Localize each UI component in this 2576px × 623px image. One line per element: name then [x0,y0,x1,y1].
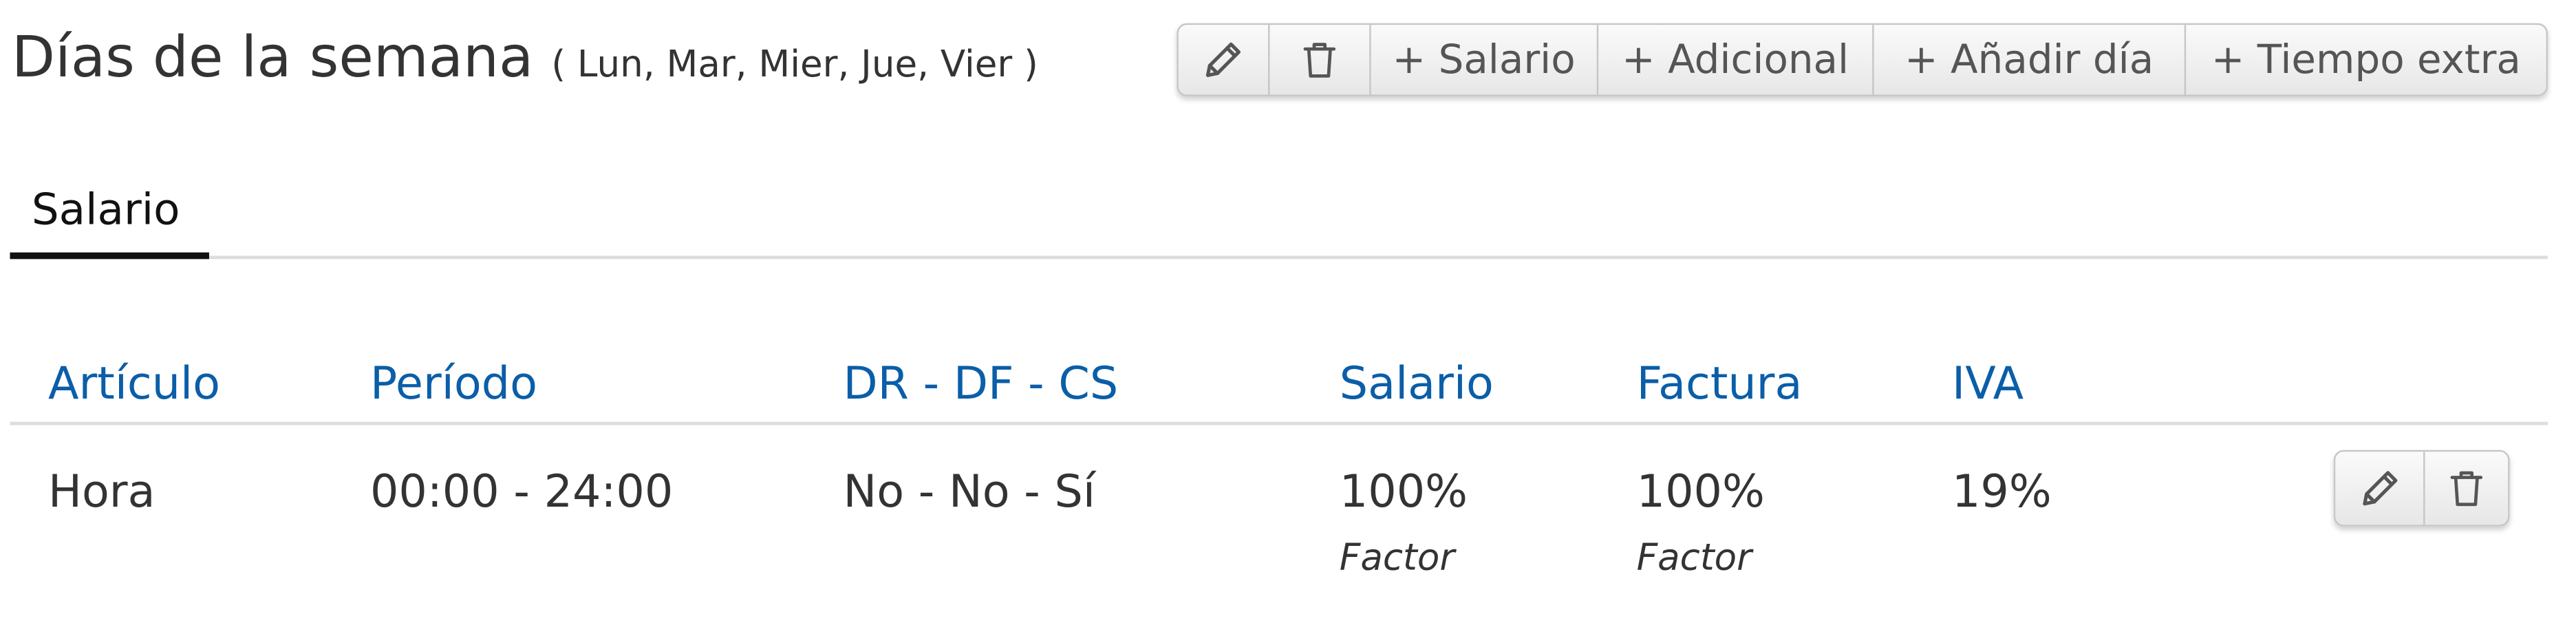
add-additional-button[interactable]: + Adicional [1598,25,1874,95]
trash-icon [2445,465,2488,511]
row-delete-button[interactable] [2425,452,2509,525]
add-overtime-button[interactable]: + Tiempo extra [2186,25,2546,94]
pencil-icon [1200,36,1247,83]
edit-button[interactable] [1179,25,1270,95]
column-header-articulo: Artículo [47,359,220,410]
tab-salario[interactable]: Salario [32,186,180,235]
cell-articulo: Hora [47,466,155,518]
add-salary-button[interactable]: + Salario [1371,25,1599,95]
page-title-block: Días de la semana ( Lun, Mar, Mier, Jue,… [12,30,1038,86]
page-title: Días de la semana [11,25,534,92]
delete-button[interactable] [1269,25,1371,95]
column-header-factura: Factura [1636,359,1803,410]
cell-salario-factor: Factor [1339,538,1455,580]
pencil-icon [2356,465,2403,511]
cell-iva: 19% [1951,466,2052,518]
page: Días de la semana ( Lun, Mar, Mier, Jue,… [0,0,2576,623]
cell-factura: 100% [1636,466,1765,518]
cell-dr-df-cs: No - No - Sí [843,466,1095,518]
tabs-divider [10,255,2548,260]
table-header-divider [10,421,2548,425]
toolbar: + Salario + Adicional + Añadir día + Tie… [1177,23,2548,96]
row-actions [2333,450,2510,527]
column-header-iva: IVA [1951,359,2024,410]
column-header-periodo: Período [369,359,537,410]
column-header-salario: Salario [1339,359,1494,410]
row-edit-button[interactable] [2335,452,2425,525]
column-header-dr-df-cs: DR - DF - CS [843,359,1119,410]
cell-periodo: 00:00 - 24:00 [369,466,674,518]
cell-factura-factor: Factor [1636,538,1752,580]
tab-active-indicator [10,252,209,260]
cell-salario: 100% [1339,466,1468,518]
page-subtitle: ( Lun, Mar, Mier, Jue, Vier ) [551,45,1038,87]
trash-icon [1298,36,1341,83]
add-day-button[interactable]: + Añadir día [1874,25,2187,95]
